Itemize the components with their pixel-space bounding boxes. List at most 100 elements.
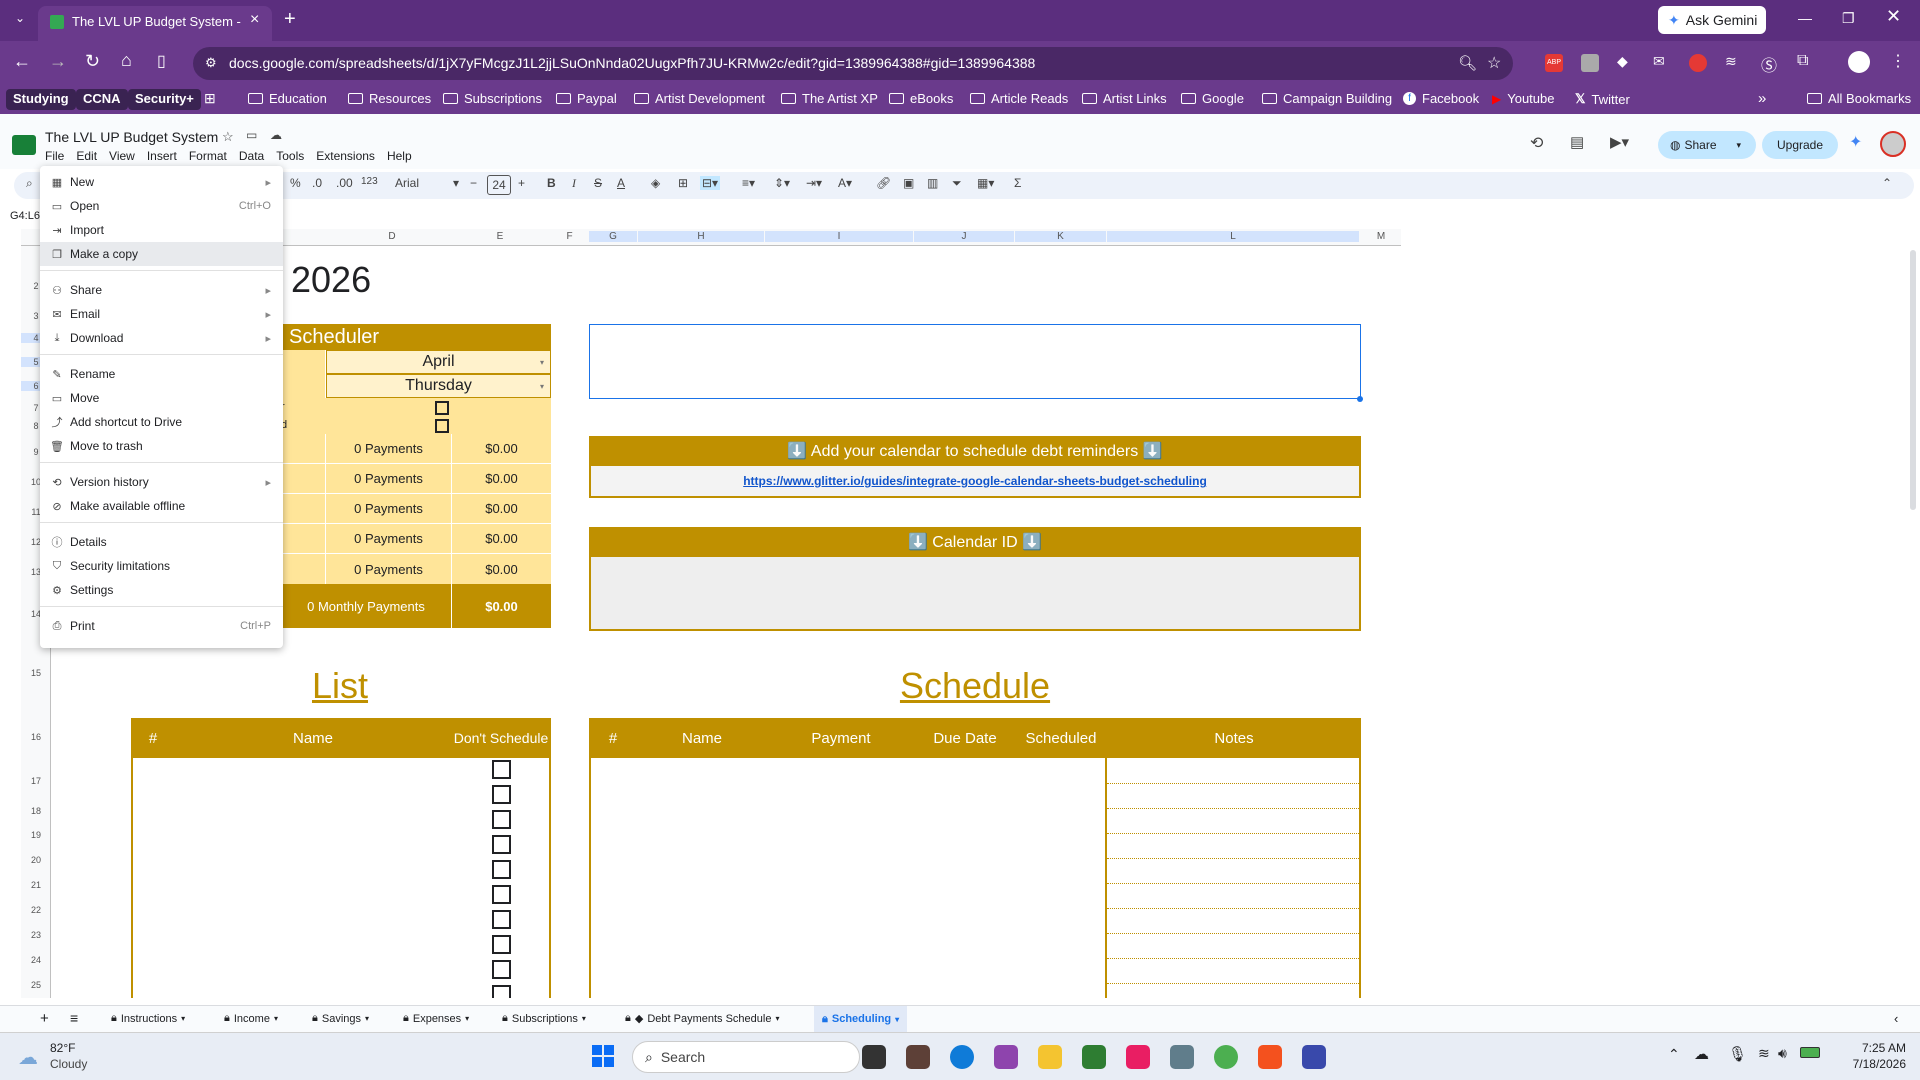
dont-schedule-checkbox[interactable] — [492, 910, 511, 929]
bookmark-ebooks[interactable]: eBooks — [889, 91, 953, 106]
borders-icon[interactable]: ⊞ — [678, 176, 688, 190]
calendar-guide-link[interactable]: https://www.glitter.io/guides/integrate-… — [589, 466, 1361, 498]
site-info-icon[interactable]: ⚙ — [205, 55, 217, 71]
restore-icon[interactable]: ❐ — [1842, 10, 1855, 27]
bold-button[interactable]: B — [547, 176, 556, 190]
all-bookmarks[interactable]: All Bookmarks — [1807, 91, 1911, 106]
extension-shield-icon[interactable]: ◆ — [1617, 53, 1628, 70]
bookmark-star-icon[interactable]: ☆ — [1487, 53, 1501, 73]
increase-decimal-button[interactable]: .00 — [336, 176, 353, 190]
selected-range[interactable] — [589, 324, 1361, 399]
text-color-button[interactable]: A — [617, 176, 625, 190]
text-rotation-icon[interactable]: A▾ — [838, 176, 852, 190]
sheet-tab-scheduling[interactable]: 🔒︎ Scheduling ▾ — [814, 1006, 908, 1032]
filter-icon[interactable]: ⏷ — [952, 176, 962, 191]
row-header[interactable]: 25 — [21, 980, 51, 990]
back-icon[interactable]: ← — [13, 51, 31, 72]
add-sheet-button[interactable]: + — [40, 1010, 49, 1027]
column-header-e[interactable]: E — [450, 231, 550, 242]
file-menu-new[interactable]: ▦ New ▸ — [40, 170, 283, 194]
share-button[interactable]: ◍ Share ▾ — [1658, 131, 1756, 159]
url-text[interactable]: docs.google.com/spreadsheets/d/1jX7yFMcg… — [229, 55, 1035, 71]
edge-icon[interactable] — [950, 1045, 974, 1069]
file-menu-print[interactable]: ⎙ Print Ctrl+P — [40, 614, 283, 638]
extension-layers-icon[interactable]: ≋ — [1725, 53, 1737, 70]
notes-column[interactable] — [1105, 758, 1361, 998]
extension-mail-icon[interactable]: ✉ — [1653, 53, 1665, 70]
dont-schedule-checkbox[interactable] — [492, 785, 511, 804]
adblock-extension-icon[interactable]: ABP — [1545, 54, 1563, 72]
upgrade-button[interactable]: Upgrade — [1762, 131, 1838, 159]
menu-edit[interactable]: Edit — [76, 149, 97, 163]
menu-format[interactable]: Format — [189, 149, 227, 163]
file-menu-download[interactable]: ⤓ Download ▸ — [40, 326, 283, 350]
bookmark-pill-security[interactable]: Security+ — [128, 89, 201, 110]
dont-schedule-checkbox[interactable] — [492, 935, 511, 954]
weather-cloud-icon[interactable]: ☁ — [18, 1045, 38, 1070]
decrease-font-size-button[interactable]: − — [470, 176, 477, 190]
brave-icon[interactable] — [1258, 1045, 1282, 1069]
strikethrough-button[interactable]: S — [594, 176, 602, 190]
file-menu-rename[interactable]: ✎ Rename — [40, 362, 283, 386]
row-header[interactable]: 22 — [21, 905, 51, 915]
row-header[interactable]: 17 — [21, 776, 51, 786]
percent-format-button[interactable]: % — [290, 176, 301, 190]
app-icon-chart[interactable] — [1082, 1045, 1106, 1069]
file-menu-make-copy[interactable]: ❐ Make a copy — [40, 242, 283, 266]
app-icon-photos[interactable] — [1126, 1045, 1150, 1069]
file-menu-version-history[interactable]: ⟲ Version history ▸ — [40, 470, 283, 494]
collapse-toolbar-icon[interactable]: ⌃ — [1882, 176, 1892, 190]
option-checkbox-2[interactable] — [435, 419, 449, 433]
weather-desc[interactable]: Cloudy — [50, 1057, 87, 1071]
bookmark-pill-ccna[interactable]: CCNA — [76, 89, 128, 110]
app-icon-game[interactable] — [906, 1045, 930, 1069]
close-window-icon[interactable]: ✕ — [1886, 6, 1901, 27]
bookmark-artist-development[interactable]: Artist Development — [634, 91, 765, 106]
sheet-tab-income[interactable]: 🔒︎ Income ▾ — [224, 1012, 278, 1025]
weather-temp[interactable]: 82°F — [50, 1041, 75, 1055]
home-icon[interactable]: ⌂ — [121, 50, 132, 71]
active-browser-tab[interactable]: The LVL UP Budget System - Go × — [38, 6, 272, 41]
taskbar-search[interactable]: ⌕ Search — [632, 1041, 860, 1073]
more-bookmarks-icon[interactable]: » — [1758, 90, 1766, 107]
column-header-m[interactable]: M — [1361, 231, 1401, 242]
menu-help[interactable]: Help — [387, 149, 412, 163]
sheet-tab-instructions[interactable]: 🔒︎ Instructions ▾ — [111, 1012, 185, 1025]
share-dropdown-icon[interactable]: ▾ — [1737, 140, 1742, 151]
row-header[interactable]: 20 — [21, 855, 51, 865]
version-history-icon[interactable]: ⟲ — [1530, 133, 1543, 153]
file-explorer-icon[interactable] — [1038, 1045, 1062, 1069]
file-menu-security[interactable]: ⛉ Security limitations — [40, 554, 283, 578]
font-size-input[interactable]: 24 — [487, 175, 511, 195]
close-tab-icon[interactable]: × — [250, 11, 259, 29]
sheet-tab-savings[interactable]: 🔒︎ Savings ▾ — [312, 1012, 369, 1025]
apps-grid-icon[interactable]: ⊞ — [204, 90, 216, 107]
file-menu-open[interactable]: ▭ Open Ctrl+O — [40, 194, 283, 218]
file-menu-trash[interactable]: 🗑︎ Move to trash — [40, 434, 283, 458]
column-header-k[interactable]: K — [1015, 231, 1106, 242]
minimize-icon[interactable]: — — [1798, 10, 1812, 26]
tab-search-icon[interactable]: ⌄ — [6, 6, 34, 34]
chrome-icon[interactable] — [1214, 1045, 1238, 1069]
sidebar-icon[interactable]: ▯ — [157, 51, 166, 71]
row-header[interactable]: 19 — [21, 830, 51, 840]
extension-s-icon[interactable]: Ⓢ — [1761, 52, 1777, 76]
move-folder-icon[interactable]: ▭ — [246, 128, 257, 142]
star-icon[interactable]: ☆ — [222, 129, 234, 145]
file-menu-details[interactable]: ⓘ Details — [40, 530, 283, 554]
bookmark-resources[interactable]: Resources — [348, 91, 431, 106]
zoom-icon[interactable]: 🔍︎ — [1458, 54, 1477, 72]
sheet-tab-debt-payments[interactable]: 🔒︎ ◆ Debt Payments Schedule ▾ — [625, 1012, 779, 1025]
bookmark-pill-studying[interactable]: Studying — [6, 89, 76, 110]
search-menus-icon[interactable]: ⌕ — [26, 176, 33, 191]
column-header-f[interactable]: F — [551, 231, 588, 242]
extension-k-icon[interactable] — [1581, 54, 1599, 72]
windows-start-icon[interactable] — [592, 1045, 614, 1067]
font-family-select[interactable]: Arial ▾ — [395, 176, 465, 190]
fill-color-icon[interactable]: ◈ — [651, 176, 660, 190]
column-header-j[interactable]: J — [914, 231, 1014, 242]
sheet-tab-subscriptions[interactable]: 🔒︎ Subscriptions ▾ — [502, 1012, 586, 1025]
column-header-d[interactable]: D — [335, 231, 449, 242]
bookmark-paypal[interactable]: Paypal — [556, 91, 617, 106]
app-icon-q[interactable] — [1302, 1045, 1326, 1069]
